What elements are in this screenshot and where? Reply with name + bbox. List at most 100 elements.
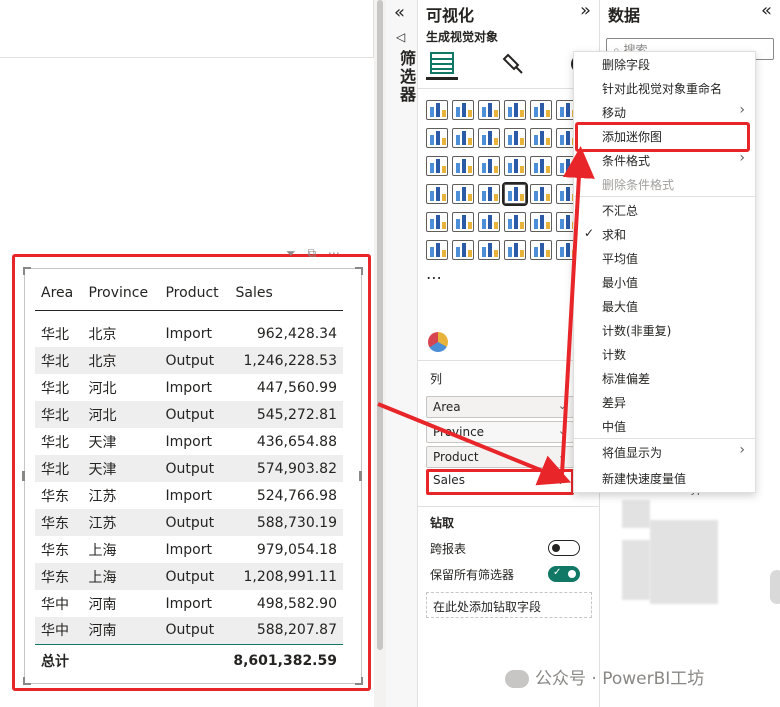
more-visuals-icon[interactable]: ⋯ — [426, 268, 452, 296]
visual-type-icon[interactable] — [504, 100, 526, 120]
table-row: 华东 江苏 Import 524,766.98 — [35, 482, 343, 509]
resize-handle-bl[interactable] — [23, 677, 31, 685]
cross-report-toggle[interactable] — [548, 540, 580, 556]
menu-item[interactable]: 删除字段 — [602, 56, 650, 73]
canvas-scrollbar[interactable] — [374, 0, 386, 707]
visual-type-icon[interactable] — [478, 100, 500, 120]
expand-filters-icon[interactable]: « — [394, 2, 405, 23]
visual-type-icon[interactable] — [530, 156, 552, 176]
visual-type-icon[interactable] — [504, 156, 526, 176]
visual-type-icon[interactable] — [452, 212, 474, 232]
cell-area: 华北 — [41, 326, 69, 343]
visual-type-icon[interactable] — [478, 156, 500, 176]
filters-title[interactable]: 筛选器 — [394, 50, 418, 104]
visual-type-icon[interactable] — [452, 128, 474, 148]
visual-type-icon[interactable] — [426, 184, 448, 204]
column-header-area[interactable]: Area — [35, 276, 83, 310]
menu-item[interactable]: 移动 — [602, 104, 626, 121]
visual-header-icons[interactable]: ⏷ ⧉ ⋯ — [286, 246, 340, 261]
menu-item[interactable]: 最小值 — [602, 274, 638, 291]
cell-product: Import — [165, 325, 212, 342]
tab-format-visual[interactable] — [498, 48, 530, 80]
collapse-data-icon[interactable]: « — [761, 0, 772, 21]
filters-pane-collapsed[interactable]: « ◁ 筛选器 — [386, 0, 418, 707]
visual-type-icon[interactable] — [504, 240, 526, 260]
menu-item[interactable]: 最大值 — [602, 298, 638, 315]
visual-type-icon[interactable] — [504, 212, 526, 232]
custom-visual-icon[interactable] — [428, 332, 448, 352]
menu-item[interactable]: 将值显示为 — [602, 444, 662, 461]
chevron-down-icon[interactable]: ⌄ — [558, 424, 567, 437]
chevron-down-icon[interactable]: ⌄ — [556, 474, 565, 487]
viz-pane-title: 可视化 — [426, 6, 475, 25]
visual-type-icon[interactable] — [530, 184, 552, 204]
scrollbar-thumb[interactable] — [377, 0, 383, 650]
menu-item[interactable]: 计数 — [602, 346, 626, 363]
visual-type-icon[interactable] — [530, 212, 552, 232]
well-sales[interactable]: Sales ⌄ — [426, 469, 574, 495]
visual-type-icon[interactable] — [452, 184, 474, 204]
column-header-province[interactable]: Province — [83, 276, 160, 310]
menu-item[interactable]: 中值 — [602, 418, 626, 435]
menu-item[interactable]: 计数(非重复) — [602, 322, 671, 339]
total-label: 总计 — [35, 643, 160, 678]
visual-type-icon[interactable] — [452, 156, 474, 176]
visual-type-icon[interactable] — [478, 184, 500, 204]
tab-build-visual[interactable] — [426, 48, 458, 80]
visual-type-icon[interactable] — [426, 128, 448, 148]
visual-type-icon[interactable] — [452, 100, 474, 120]
cross-report-row: 跨报表 — [430, 540, 580, 557]
cell-area: 华东 — [41, 488, 69, 505]
cell-sales: 498,582.90 — [256, 595, 337, 612]
visual-type-icon[interactable] — [426, 156, 448, 176]
keep-filters-toggle[interactable]: ✓ — [548, 566, 580, 582]
resize-handle-left[interactable] — [22, 471, 25, 481]
cell-sales: 524,766.98 — [256, 487, 337, 504]
scroll-indicator[interactable] — [770, 570, 780, 604]
visual-type-icon[interactable] — [502, 182, 528, 206]
well-province[interactable]: Province ⌄ — [426, 421, 574, 443]
visual-type-icon[interactable] — [530, 240, 552, 260]
menu-item[interactable]: 差异 — [602, 394, 626, 411]
cell-product: Import — [165, 541, 212, 558]
visual-type-icon[interactable] — [452, 240, 474, 260]
resize-handle-right[interactable] — [359, 471, 362, 481]
filter-icon[interactable]: ⏷ — [286, 246, 296, 260]
table-build-icon — [430, 51, 454, 74]
collapse-viz-icon[interactable]: » — [580, 0, 591, 21]
well-product[interactable]: Product ⌄ — [426, 446, 574, 468]
column-header-product[interactable]: Product — [159, 276, 229, 310]
chevron-down-icon[interactable]: ⌄ — [558, 399, 567, 412]
menu-item: 删除条件格式 — [602, 178, 675, 192]
menu-item[interactable]: 平均值 — [602, 250, 638, 267]
menu-item[interactable]: 针对此视觉对象重命名 — [602, 80, 722, 97]
column-header-sales[interactable]: Sales — [230, 276, 343, 310]
visual-type-icon[interactable] — [530, 100, 552, 120]
menu-item[interactable]: 求和 — [602, 226, 626, 243]
visual-type-icon[interactable] — [426, 100, 448, 120]
viz-tabs — [426, 48, 596, 88]
drill-through-well[interactable]: 在此处添加钻取字段 — [426, 592, 592, 618]
visual-type-icon[interactable] — [478, 240, 500, 260]
menu-item[interactable]: 新建快速度量值 — [602, 470, 686, 487]
resize-handle-tl[interactable] — [23, 267, 31, 275]
well-area[interactable]: Area ⌄ — [426, 396, 574, 418]
cell-area: 华中 — [35, 617, 83, 644]
focus-mode-icon[interactable]: ⧉ — [307, 246, 316, 260]
menu-item[interactable]: 不汇总 — [602, 202, 638, 219]
resize-handle-tr[interactable] — [355, 267, 363, 275]
chevron-down-icon[interactable]: ⌄ — [558, 449, 567, 462]
visual-type-icon[interactable] — [530, 128, 552, 148]
resize-handle-br[interactable] — [355, 677, 363, 685]
cell-sales: 447,560.99 — [256, 379, 337, 396]
table-row: 华东 上海 Import 979,054.18 — [35, 536, 343, 563]
visual-type-icon[interactable] — [426, 212, 448, 232]
more-options-icon[interactable]: ⋯ — [328, 246, 340, 260]
format-brush-icon — [502, 53, 523, 74]
menu-item[interactable]: 标准偏差 — [602, 370, 650, 387]
visual-type-icon[interactable] — [504, 128, 526, 148]
visual-type-icon[interactable] — [478, 212, 500, 232]
visual-type-icon[interactable] — [478, 128, 500, 148]
visual-type-icon[interactable] — [426, 240, 448, 260]
menu-item[interactable]: 条件格式 — [602, 152, 650, 169]
